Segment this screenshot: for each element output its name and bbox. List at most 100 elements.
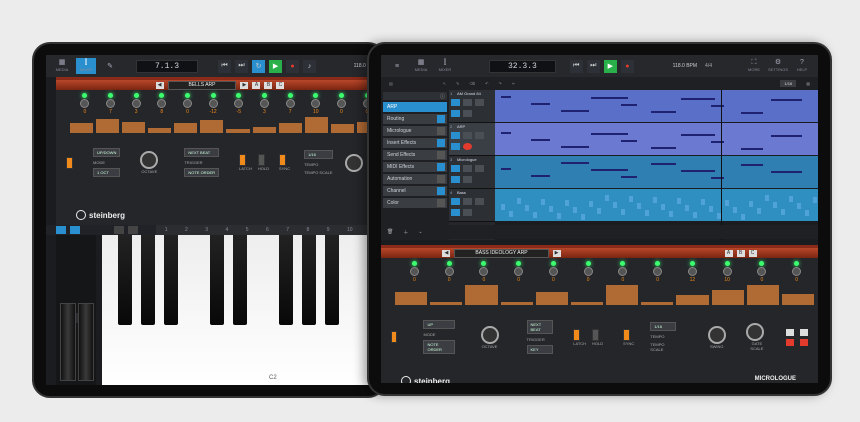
step-knob[interactable] xyxy=(208,99,218,108)
midi-note[interactable] xyxy=(565,200,569,206)
right-tempo-display[interactable]: 118.0 BPM xyxy=(673,63,697,69)
track-edit-icon[interactable] xyxy=(451,165,460,172)
velocity-bar[interactable] xyxy=(200,120,224,133)
midi-note[interactable] xyxy=(621,209,625,215)
midi-note[interactable] xyxy=(525,205,529,211)
step-5[interactable]: 0 xyxy=(176,93,198,115)
track-2[interactable]: 2 ARP xyxy=(449,123,495,156)
inspector-section-midi-effects[interactable]: MIDI Effects xyxy=(383,162,447,172)
inspector-section-routing[interactable]: Routing xyxy=(383,114,447,124)
step-knob[interactable] xyxy=(514,267,524,276)
midi-note[interactable] xyxy=(531,139,550,141)
midi-note[interactable] xyxy=(501,132,511,134)
right-forward-button[interactable]: ⏭ xyxy=(586,59,600,73)
track-lane-3[interactable] xyxy=(495,156,818,188)
midi-note[interactable] xyxy=(501,204,505,210)
midi-note[interactable] xyxy=(651,163,676,165)
right-rewind-button[interactable]: ⏮ xyxy=(569,59,583,73)
midi-note[interactable] xyxy=(531,175,550,177)
right-mode-selector[interactable]: UP xyxy=(423,320,455,329)
track-lane-2[interactable] xyxy=(495,123,818,155)
step-6[interactable]: -12 xyxy=(202,93,224,115)
right-velocity-bars[interactable] xyxy=(395,283,815,305)
erase-tool-icon[interactable]: ⌫ xyxy=(470,81,476,86)
arp-b-button[interactable]: B xyxy=(264,81,273,89)
inspector-toggle-icon[interactable]: ▤ xyxy=(389,81,393,86)
keyboard-mode-button[interactable] xyxy=(56,226,66,234)
record-arm-button[interactable] xyxy=(463,176,472,183)
sync-toggle[interactable] xyxy=(278,154,286,166)
metronome-button[interactable]: ♪ xyxy=(303,59,317,73)
cycle-button[interactable]: ↻ xyxy=(252,59,266,73)
track-1[interactable]: 1 AM Grand 84 xyxy=(449,90,495,123)
monitor-icon[interactable] xyxy=(451,176,460,183)
right-play-button[interactable]: ▶ xyxy=(603,59,617,73)
midi-note[interactable] xyxy=(561,162,589,164)
octave-knob[interactable] xyxy=(140,151,159,169)
velocity-bar[interactable] xyxy=(148,127,172,133)
black-key[interactable] xyxy=(164,235,178,325)
tempo-knob[interactable] xyxy=(344,153,363,172)
midi-note[interactable] xyxy=(681,98,715,100)
step-knob[interactable] xyxy=(131,99,141,108)
right-hold-toggle[interactable] xyxy=(592,328,600,341)
solo-button[interactable] xyxy=(475,198,484,205)
step-4[interactable]: 8 xyxy=(151,93,173,115)
mode-selector[interactable]: UP/DOWN xyxy=(93,148,121,157)
inspector-section-micrologue[interactable]: Micrologue xyxy=(383,126,447,136)
midi-note[interactable] xyxy=(589,201,593,207)
record-arm-button[interactable] xyxy=(463,209,472,216)
record-arm-button[interactable] xyxy=(463,143,472,150)
add-track-icon[interactable]: ＋ xyxy=(403,229,408,236)
track-4[interactable]: 4 Bass xyxy=(449,189,495,222)
right-arp-a-button[interactable]: A xyxy=(724,249,733,257)
right-menu-button[interactable]: ≡ xyxy=(387,58,407,74)
velocity-bar[interactable] xyxy=(676,295,709,305)
midi-note[interactable] xyxy=(733,207,737,213)
velocity-bar[interactable] xyxy=(711,289,744,305)
black-key[interactable] xyxy=(141,235,155,325)
step-1[interactable]: 0 xyxy=(74,93,96,115)
step-knob[interactable] xyxy=(311,99,321,108)
velocity-bar[interactable] xyxy=(606,285,639,305)
delete-track-icon[interactable]: 🗑 xyxy=(387,229,393,235)
right-arp-c-button[interactable]: C xyxy=(748,249,757,257)
midi-note[interactable] xyxy=(629,196,633,202)
midi-note[interactable] xyxy=(773,202,777,208)
step-knob[interactable] xyxy=(234,99,244,108)
step-12[interactable]: 0 xyxy=(786,261,808,283)
midi-note[interactable] xyxy=(501,96,511,98)
midi-note[interactable] xyxy=(581,214,585,220)
step-knob[interactable] xyxy=(80,99,90,108)
track-lane-1[interactable] xyxy=(495,90,818,122)
step-10[interactable]: 10 xyxy=(716,261,738,283)
step-11[interactable]: 0 xyxy=(751,261,773,283)
play-button[interactable]: ▶ xyxy=(269,59,283,73)
step-knob[interactable] xyxy=(409,267,419,276)
step-knob[interactable] xyxy=(105,99,115,108)
step-knob[interactable] xyxy=(157,99,167,108)
right-latch-toggle[interactable] xyxy=(573,328,581,341)
velocity-bar[interactable] xyxy=(278,123,302,133)
media-button[interactable]: ▦ MEDIA xyxy=(52,58,72,74)
pencil-tool-icon[interactable]: ✎ xyxy=(456,81,459,86)
velocity-bar[interactable] xyxy=(174,123,198,133)
time-signature[interactable]: 4/4 xyxy=(705,63,712,69)
midi-note[interactable] xyxy=(789,196,793,202)
monitor-icon[interactable] xyxy=(451,143,460,150)
midi-note[interactable] xyxy=(797,203,801,209)
velocity-bar[interactable] xyxy=(330,124,354,133)
midi-note[interactable] xyxy=(651,111,676,113)
inspector-section-automation[interactable]: Automation xyxy=(383,174,447,184)
step-knob[interactable] xyxy=(285,99,295,108)
mute-button[interactable] xyxy=(463,132,472,139)
right-trigger-selector[interactable]: NEXT BEAT xyxy=(526,320,554,334)
velocity-bar[interactable] xyxy=(304,116,328,133)
velocity-bar[interactable] xyxy=(500,301,533,305)
velocity-bar[interactable] xyxy=(465,285,498,305)
black-key[interactable] xyxy=(210,235,224,325)
black-key[interactable] xyxy=(325,235,339,325)
velocity-bar[interactable] xyxy=(226,129,250,133)
velocity-bar[interactable] xyxy=(96,118,120,133)
midi-note[interactable] xyxy=(597,208,601,214)
